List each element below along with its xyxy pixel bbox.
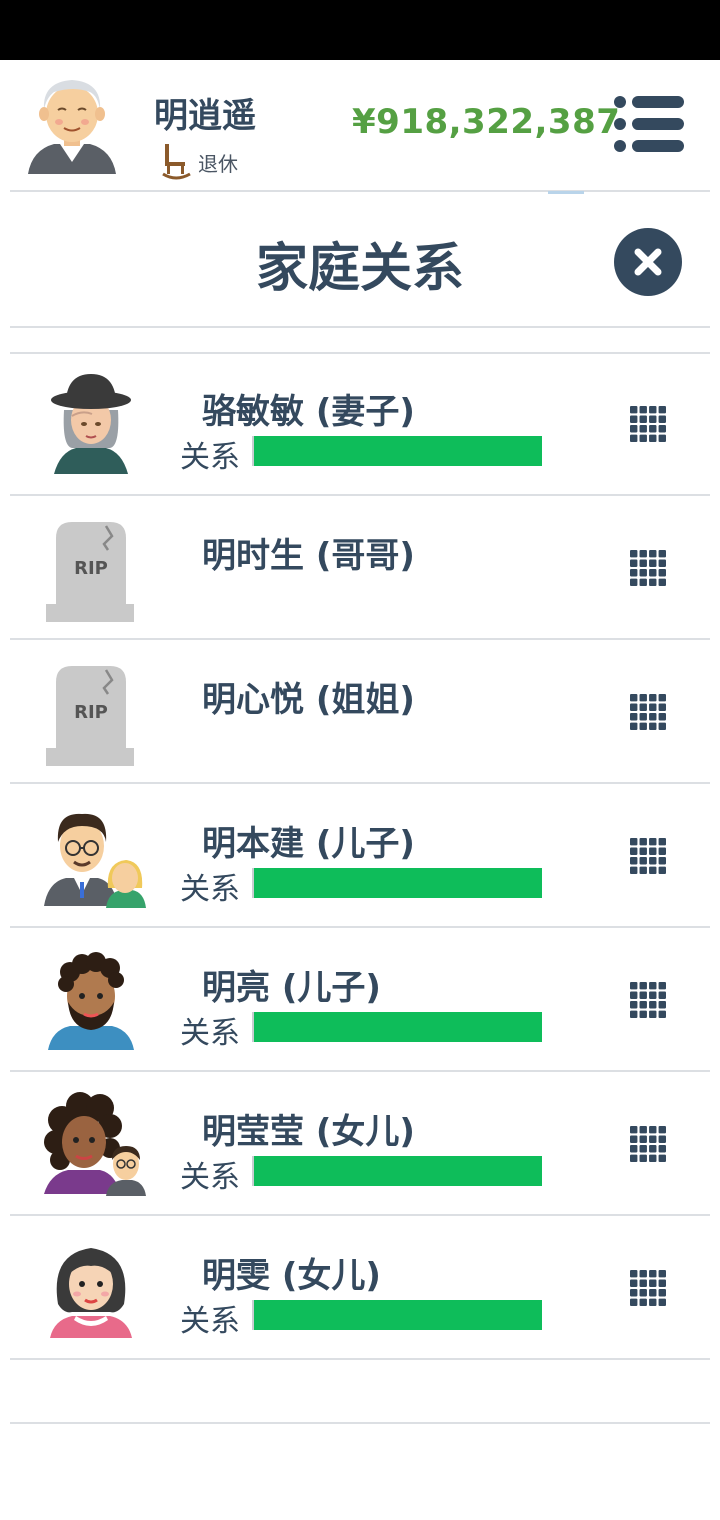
list-bottom-divider [10,1422,710,1424]
member-avatar [51,374,131,474]
member-name: 明莹莹 (女儿) [202,1112,415,1152]
member-avatar [44,813,146,908]
relationship-bar-fill [254,868,542,898]
family-member-row[interactable]: 明雯 (女儿) 关系 [10,1218,710,1360]
actions-grid-icon[interactable] [630,550,666,586]
rocking-chair-icon [162,144,191,180]
relationship-label: 关系 [180,440,240,475]
relationship-bar [252,1012,544,1042]
member-avatar [48,952,134,1050]
relationship-bar [252,436,544,466]
row-divider [10,1214,710,1216]
row-divider [10,638,710,640]
member-name: 明雯 (女儿) [202,1256,381,1296]
player-avatar[interactable] [24,70,120,182]
family-member-row[interactable]: 明亮 (儿子) 关系 [10,930,710,1072]
member-avatar [50,1248,132,1338]
tombstone-icon: RIP [46,522,134,622]
member-name: 明亮 (儿子) [202,968,381,1008]
relationship-bar-fill [254,1156,542,1186]
tombstone-icon: RIP [46,666,134,766]
player-status: 退休 [162,142,238,182]
row-divider [10,782,710,784]
relationship-bar-fill [254,436,542,466]
relationship-label: 关系 [180,1016,240,1051]
close-button[interactable] [614,228,682,296]
player-name: 明逍遥 [154,96,256,136]
relationship-label: 关系 [180,1304,240,1339]
relationship-bar [252,868,544,898]
relationship-bar [252,1300,544,1330]
page-header: 家庭关系 [0,194,720,328]
member-avatar [44,1092,146,1196]
relationship-label: 关系 [180,872,240,907]
menu-icon[interactable] [612,96,684,152]
actions-grid-icon[interactable] [630,406,666,442]
row-divider [10,1070,710,1072]
actions-grid-icon[interactable] [630,982,666,1018]
family-member-row[interactable]: RIP 明心悦 (姐姐) [10,642,710,784]
actions-grid-icon[interactable] [630,838,666,874]
top-bar-divider [10,190,710,192]
relationship-bar-fill [254,1012,542,1042]
relationship-bar [252,1156,544,1186]
family-member-row[interactable]: RIP 明时生 (哥哥) [10,498,710,640]
relationship-label: 关系 [180,1160,240,1195]
member-name: 骆敏敏 (妻子) [202,392,415,432]
page-title: 家庭关系 [255,239,464,299]
row-divider [10,1358,710,1360]
player-status-text: 退休 [198,151,238,176]
tombstone-text: RIP [74,558,108,579]
member-name: 明心悦 (姐姐) [202,680,415,720]
relationship-bar-fill [254,1300,542,1330]
actions-grid-icon[interactable] [630,1270,666,1306]
family-member-row[interactable]: 明本建 (儿子) 关系 [10,786,710,928]
family-member-row[interactable]: 明莹莹 (女儿) 关系 [10,1074,710,1216]
row-divider [10,494,710,496]
top-bar: 明逍遥 退休 ¥918,322,387 [0,60,720,194]
member-name: 明本建 (儿子) [202,824,415,864]
close-icon [634,248,662,276]
actions-grid-icon[interactable] [630,694,666,730]
money-balance: ¥918,322,387 [352,102,621,142]
family-member-row[interactable]: 骆敏敏 (妻子) 关系 [10,354,710,496]
tombstone-text: RIP [74,702,108,723]
status-bar [0,0,720,60]
actions-grid-icon[interactable] [630,1126,666,1162]
row-divider [10,926,710,928]
member-name: 明时生 (哥哥) [202,536,415,576]
header-divider [10,326,710,328]
